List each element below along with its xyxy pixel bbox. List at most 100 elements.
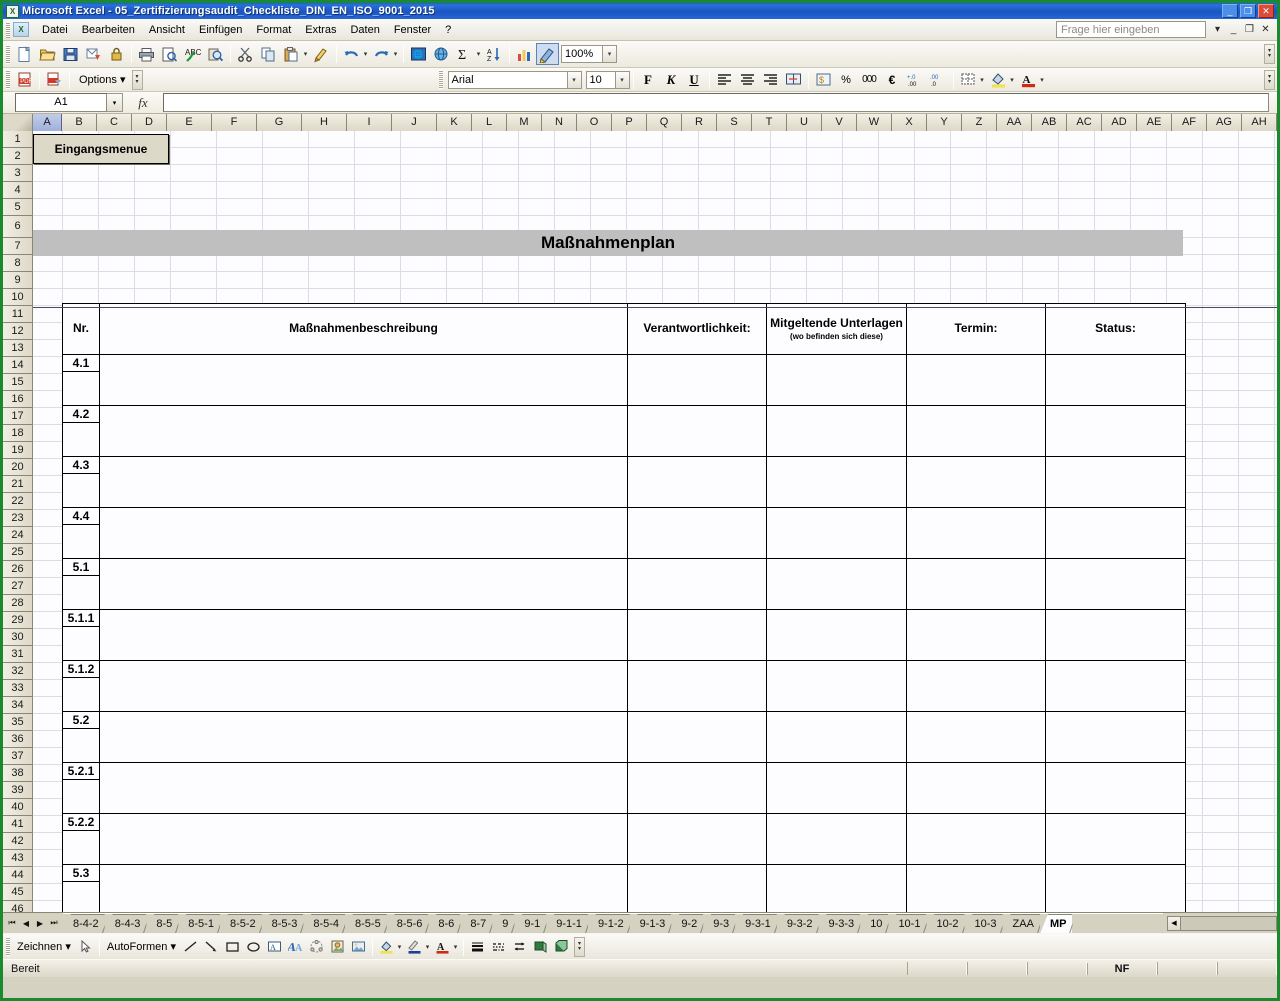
sheet-tab-8-4-2[interactable]: 8-4-2	[63, 914, 105, 933]
cell-termin[interactable]	[907, 610, 1046, 661]
italic-button[interactable]: K	[660, 69, 683, 91]
cell-verantwortlichkeit[interactable]	[628, 814, 767, 865]
options-toolbar-overflow-icon[interactable]: ▾▾	[132, 70, 143, 90]
autoformen-menu-button[interactable]: AutoFormen ▾	[103, 938, 180, 955]
cell-termin[interactable]	[907, 712, 1046, 763]
sheet-tab-8-5-2[interactable]: 8-5-2	[220, 914, 262, 933]
row-header-27[interactable]: 27	[3, 578, 32, 595]
cell-unterlagen[interactable]	[767, 406, 907, 457]
table-row[interactable]: 4.1	[63, 355, 1186, 372]
dash-style-icon[interactable]	[488, 936, 509, 957]
textbox-icon[interactable]: A	[264, 936, 285, 957]
cell-beschreibung[interactable]	[100, 814, 628, 865]
permission-icon[interactable]	[105, 43, 128, 65]
cell-beschreibung[interactable]	[100, 712, 628, 763]
table-row[interactable]: 5.1.2	[63, 661, 1186, 678]
formula-input[interactable]	[163, 93, 1269, 112]
select-all-corner[interactable]	[3, 114, 33, 131]
row-header-35[interactable]: 35	[3, 714, 32, 731]
row-header-46[interactable]: 46	[3, 901, 32, 912]
sheet-tab-10-2[interactable]: 10-2	[926, 914, 964, 933]
row-header-44[interactable]: 44	[3, 867, 32, 884]
table-row[interactable]: 5.2.2	[63, 814, 1186, 831]
cell-beschreibung[interactable]	[100, 406, 628, 457]
row-header-34[interactable]: 34	[3, 697, 32, 714]
menu-item-format[interactable]: Format	[249, 21, 298, 39]
cell-nr[interactable]: 5.1	[63, 559, 100, 576]
tab-nav-last-icon[interactable]: ⏭	[47, 915, 61, 932]
table-row[interactable]: 5.3	[63, 865, 1186, 882]
shadow-style-icon[interactable]	[530, 936, 551, 957]
cell-beschreibung[interactable]	[100, 457, 628, 508]
tab-scroll-left-icon[interactable]: ◀	[1167, 916, 1181, 931]
cell-beschreibung[interactable]	[100, 763, 628, 814]
pdf-mail-icon[interactable]	[43, 69, 66, 91]
cell-nr[interactable]: 5.3	[63, 865, 100, 882]
cell-verantwortlichkeit[interactable]	[628, 865, 767, 913]
sheet-tab-9-1-1[interactable]: 9-1-1	[546, 914, 588, 933]
column-header-h[interactable]: H	[302, 114, 347, 131]
sheet-tab-8-5-3[interactable]: 8-5-3	[262, 914, 304, 933]
drawing-toolbar-overflow-icon[interactable]: ▾▾	[574, 937, 585, 957]
row-header-26[interactable]: 26	[3, 561, 32, 578]
column-header-k[interactable]: K	[437, 114, 472, 131]
font-color-dropdown-icon[interactable]: ▾	[451, 943, 460, 951]
column-header-a[interactable]: A	[33, 114, 62, 131]
chart-wizard-icon[interactable]	[513, 43, 536, 65]
hyperlink-icon[interactable]: 🌐	[407, 43, 430, 65]
eingangsmenue-button[interactable]: Eingangsmenue	[33, 134, 169, 164]
cell-nr-spacer[interactable]	[63, 780, 100, 814]
align-center-icon[interactable]	[736, 69, 759, 91]
font-color-icon[interactable]: A	[432, 936, 453, 957]
cell-nr-spacer[interactable]	[63, 882, 100, 913]
cell-nr-spacer[interactable]	[63, 729, 100, 763]
close-button[interactable]: ✕	[1258, 4, 1274, 18]
row-header-42[interactable]: 42	[3, 833, 32, 850]
tab-nav-next-icon[interactable]: ▶	[33, 915, 47, 932]
column-header-d[interactable]: D	[132, 114, 167, 131]
sheet-tab-9-1-3[interactable]: 9-1-3	[630, 914, 672, 933]
row-header-5[interactable]: 5	[3, 199, 32, 216]
cell-termin[interactable]	[907, 355, 1046, 406]
column-header-w[interactable]: W	[857, 114, 892, 131]
sheet-tab-9[interactable]: 9	[492, 914, 514, 933]
row-header-40[interactable]: 40	[3, 799, 32, 816]
line-color-dropdown-icon[interactable]: ▾	[423, 943, 432, 951]
column-header-af[interactable]: AF	[1172, 114, 1207, 131]
cut-icon[interactable]	[234, 43, 257, 65]
cell-status[interactable]	[1046, 661, 1186, 712]
row-header-29[interactable]: 29	[3, 612, 32, 629]
line-style-icon[interactable]	[467, 936, 488, 957]
zeichnen-menu-button[interactable]: Zeichnen ▾	[13, 938, 75, 955]
drawing-toolbar-grip[interactable]	[6, 937, 10, 956]
row-header-2[interactable]: 2	[3, 148, 32, 165]
row-header-21[interactable]: 21	[3, 476, 32, 493]
mail-icon[interactable]	[82, 43, 105, 65]
3d-style-icon[interactable]	[551, 936, 572, 957]
merge-center-icon[interactable]	[782, 69, 805, 91]
cell-termin[interactable]	[907, 763, 1046, 814]
cell-nr[interactable]: 5.2.2	[63, 814, 100, 831]
column-header-l[interactable]: L	[472, 114, 507, 131]
menu-item-datei[interactable]: Datei	[35, 21, 75, 39]
ask-a-question-input[interactable]: Frage hier eingeben	[1056, 21, 1206, 38]
diagram-icon[interactable]	[306, 936, 327, 957]
table-row[interactable]: 5.1	[63, 559, 1186, 576]
new-icon[interactable]	[13, 43, 36, 65]
column-header-c[interactable]: C	[97, 114, 132, 131]
column-header-v[interactable]: V	[822, 114, 857, 131]
row-header-25[interactable]: 25	[3, 544, 32, 561]
column-header-p[interactable]: P	[612, 114, 647, 131]
standard-toolbar-grip[interactable]	[6, 45, 10, 64]
name-box[interactable]: A1	[15, 93, 107, 112]
sheet-tab-9-3[interactable]: 9-3	[703, 914, 735, 933]
cell-nr[interactable]: 5.2	[63, 712, 100, 729]
menu-item-einfuegen[interactable]: Einfügen	[192, 21, 249, 39]
cell-nr[interactable]: 5.1.1	[63, 610, 100, 627]
cell-beschreibung[interactable]	[100, 610, 628, 661]
cell-termin[interactable]	[907, 508, 1046, 559]
paste-icon[interactable]	[280, 43, 303, 65]
sheet-tab-mp[interactable]: MP	[1040, 914, 1073, 933]
cell-status[interactable]	[1046, 559, 1186, 610]
formatting-toolbar-grip[interactable]	[439, 70, 443, 89]
